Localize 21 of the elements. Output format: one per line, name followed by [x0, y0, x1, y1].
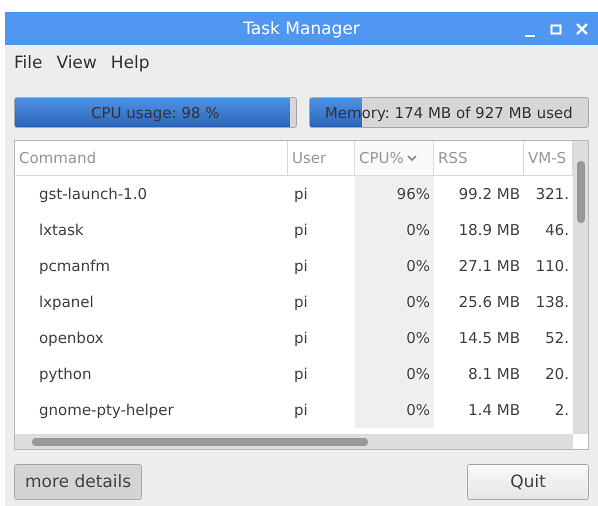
close-button[interactable] — [574, 20, 590, 36]
table-cell: 0% — [355, 356, 434, 392]
sort-caret-icon — [406, 154, 417, 162]
horizontal-scrollbar[interactable] — [15, 434, 573, 449]
close-icon — [576, 22, 588, 34]
maximize-icon — [550, 22, 562, 34]
menu-item[interactable]: View — [56, 52, 97, 72]
table-cell: 0% — [355, 248, 434, 284]
minimize-icon — [525, 34, 535, 36]
meter-label: CPU usage: 98 % — [90, 102, 220, 124]
details-button[interactable]: more details — [14, 464, 142, 500]
quit-button[interactable]: Quit — [467, 464, 589, 500]
table-cell: 96% — [355, 176, 434, 212]
table-cell: 0% — [355, 320, 434, 356]
menu-item[interactable]: Help — [110, 52, 150, 72]
table-cell: 0% — [355, 392, 434, 428]
vertical-scrollbar[interactable] — [573, 141, 588, 434]
table-cell: 0% — [355, 284, 434, 320]
window-title: Task Manager — [243, 18, 360, 38]
table-cell: 0% — [355, 212, 434, 248]
menu-item[interactable]: File — [14, 52, 42, 72]
